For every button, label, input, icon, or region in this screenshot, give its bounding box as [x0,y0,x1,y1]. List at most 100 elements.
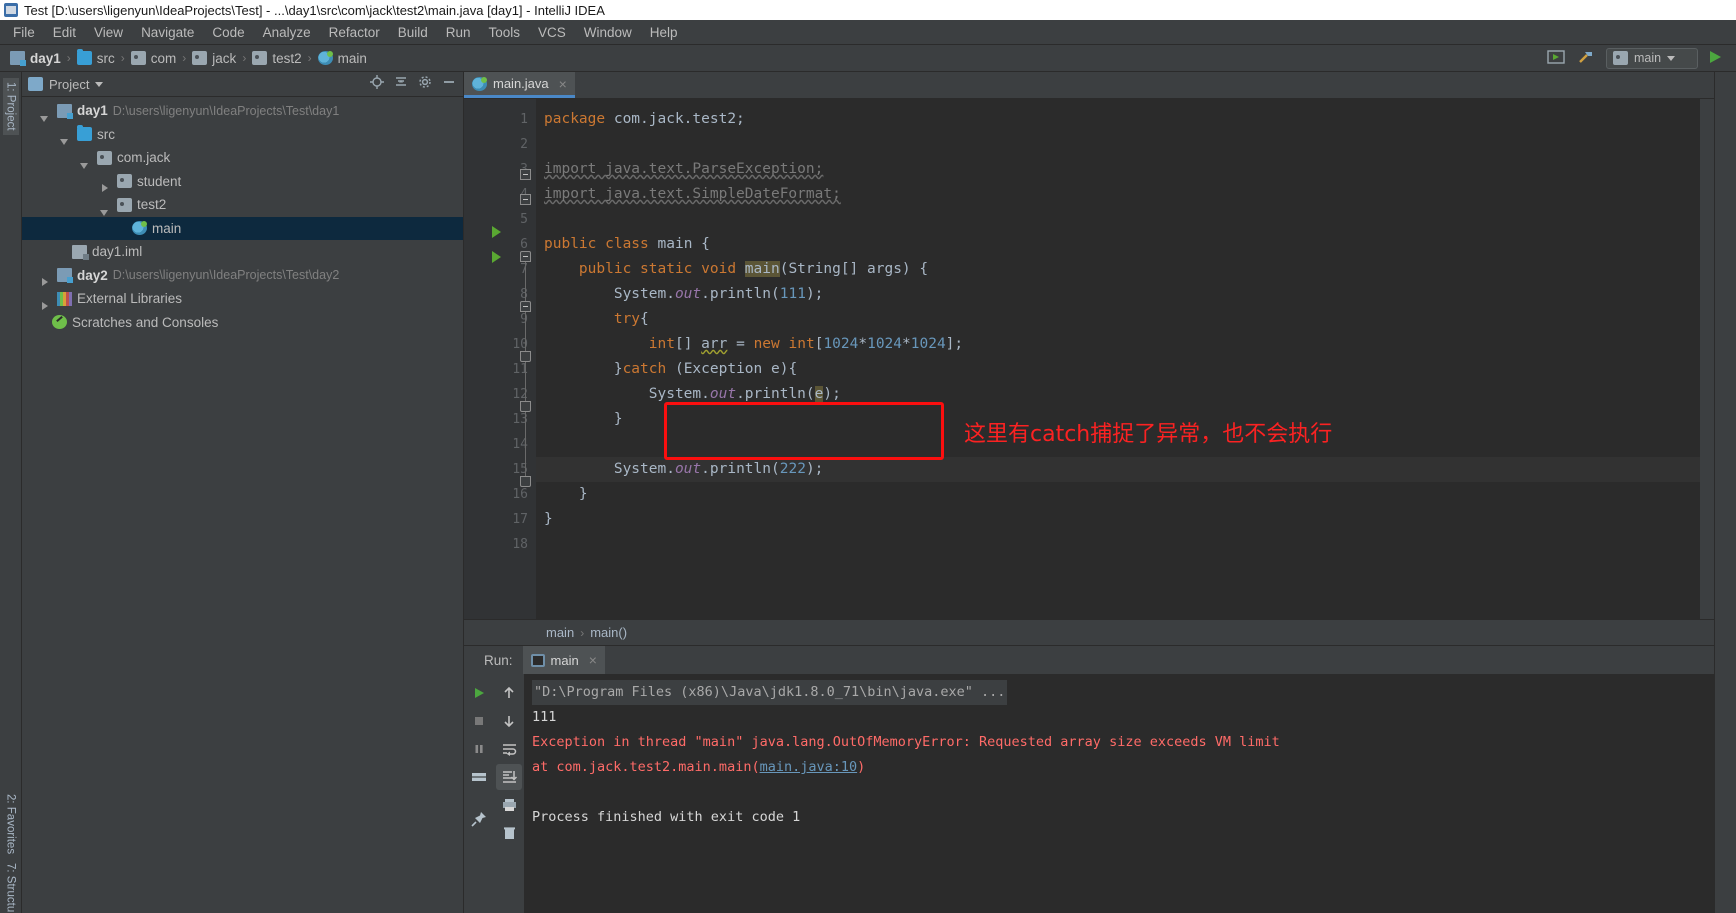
run-config-selector[interactable]: main [1606,47,1698,69]
up-arrow-icon[interactable] [496,680,522,706]
scroll-to-end-icon[interactable] [496,764,522,790]
scratch-icon [52,315,67,330]
run-tab-label: main [550,652,579,668]
navbar-crumb-src[interactable]: src [73,49,119,67]
build-hammer-icon[interactable] [1576,48,1598,68]
menu-help[interactable]: Help [641,22,687,43]
close-icon[interactable]: × [589,652,597,668]
navbar-crumb-label: jack [212,50,237,66]
trash-icon[interactable] [496,820,522,846]
collapse-all-icon[interactable] [393,74,409,95]
line-number: 18 [512,537,528,552]
chevron-down-icon[interactable] [95,81,104,87]
fold-marker-import[interactable] [520,194,531,205]
navbar-separator: › [242,51,247,65]
code-line: System.out.println(222); [536,457,1714,482]
navbar-crumb-jack[interactable]: jack [188,50,240,67]
tree-item-label: test2 [137,197,167,213]
tree-item-label: External Libraries [77,291,183,307]
editor-breadcrumb: main › main() [464,619,1714,645]
code-text-area[interactable]: package com.jack.test2; import java.text… [536,99,1714,619]
dump-threads-icon[interactable] [466,764,492,790]
structure-tab-label: 7: Structure [4,862,17,913]
package-icon [192,51,208,65]
stacktrace-link[interactable]: main.java:10 [760,759,858,775]
tree-item-day1[interactable]: day1 D:\users\ligenyun\IdeaProjects\Test… [22,99,463,123]
library-icon [57,291,72,306]
run-configurations-icon[interactable] [1546,48,1568,68]
tree-item-test2[interactable]: test2 [22,193,463,217]
stop-square-icon[interactable] [466,708,492,734]
navbar-crumb-label: src [96,50,115,66]
fold-marker-end[interactable] [520,401,531,412]
run-tab-main[interactable]: main × [522,646,605,674]
fold-marker-method-end[interactable] [520,476,531,487]
navbar-crumb-test2[interactable]: test2 [248,50,305,67]
tree-item-day1-iml[interactable]: day1.iml [22,240,463,264]
tree-item-external-libraries[interactable]: External Libraries [22,287,463,311]
tree-item-com-jack[interactable]: com.jack [22,146,463,170]
menu-edit[interactable]: Edit [44,22,85,43]
menu-file[interactable]: File [4,22,44,43]
settings-gear-icon[interactable] [417,74,433,95]
breadcrumb-method[interactable]: main() [590,625,627,640]
print-icon[interactable] [496,792,522,818]
menu-analyze[interactable]: Analyze [254,22,320,43]
console-output[interactable]: "D:\Program Files (x86)\Java\jdk1.8.0_71… [524,674,1714,913]
source-folder-icon [77,125,92,142]
rerun-green-arrow-icon[interactable] [466,680,492,706]
code-line: }catch (Exception e){ [544,361,798,377]
breadcrumb-class[interactable]: main [546,625,574,640]
tree-item-student[interactable]: student [22,170,463,194]
navbar-separator: › [120,51,125,65]
editor-tab-label: main.java [493,76,549,91]
java-class-icon [472,76,487,91]
fold-marker-method[interactable] [520,251,531,262]
navbar-crumb-main[interactable]: main [314,50,371,67]
code-line: System.out.println(111); [544,286,824,302]
tree-item-scratches[interactable]: Scratches and Consoles [22,311,463,335]
menu-run[interactable]: Run [437,22,480,43]
soft-wrap-icon[interactable] [496,736,522,762]
stacktrace-prefix: at com.jack.test2.main.main( [532,759,760,775]
sidebar-tab-structure[interactable]: 7: Structure [3,859,19,913]
sidebar-tab-favorites[interactable]: 2: Favorites [3,790,19,858]
tree-item-src[interactable]: src [22,123,463,147]
menu-build[interactable]: Build [389,22,437,43]
navbar-crumb-com[interactable]: com [127,50,181,67]
close-icon[interactable]: × [559,76,567,92]
pin-tab-icon[interactable] [466,806,492,832]
navbar-crumb-label: main [337,50,367,66]
editor-gutter[interactable]: 1 2 3 4 5 6 7 8 9 10 11 12 13 14 15 16 1… [464,99,536,619]
run-green-arrow-icon[interactable] [1706,48,1728,68]
tree-item-main[interactable]: main [22,216,463,240]
fold-marker-import[interactable] [520,169,531,180]
target-locate-icon[interactable] [369,74,385,95]
menu-view[interactable]: View [85,22,132,43]
run-class-gutter-icon[interactable] [492,226,501,238]
editor-scrollbar[interactable] [1700,99,1714,619]
tree-item-label: Scratches and Consoles [72,314,219,330]
menu-code[interactable]: Code [203,22,253,43]
tree-item-day2[interactable]: day2 D:\users\ligenyun\IdeaProjects\Test… [22,264,463,288]
run-method-gutter-icon[interactable] [492,251,501,263]
menu-refactor[interactable]: Refactor [320,22,389,43]
pause-icon[interactable] [466,736,492,762]
sidebar-tab-project[interactable]: 1: Project [2,78,19,135]
menu-navigate[interactable]: Navigate [132,22,203,43]
down-arrow-icon[interactable] [496,708,522,734]
fold-marker-catch[interactable] [520,351,531,362]
left-strip-bottom: 2: Favorites 7: Structure [3,790,19,913]
fold-marker-try[interactable] [520,301,531,312]
fold-region-line [525,262,526,480]
editor-tab-main-java[interactable]: main.java × [464,72,575,98]
menu-tools[interactable]: Tools [480,22,530,43]
code-editor[interactable]: 1 2 3 4 5 6 7 8 9 10 11 12 13 14 15 16 1… [464,99,1714,619]
menu-window[interactable]: Window [575,22,641,43]
console-line-stdout: 111 [532,709,557,725]
hide-panel-icon[interactable] [441,74,457,95]
navbar-crumb-day1[interactable]: day1 [6,50,65,67]
menu-vcs[interactable]: VCS [529,22,575,43]
